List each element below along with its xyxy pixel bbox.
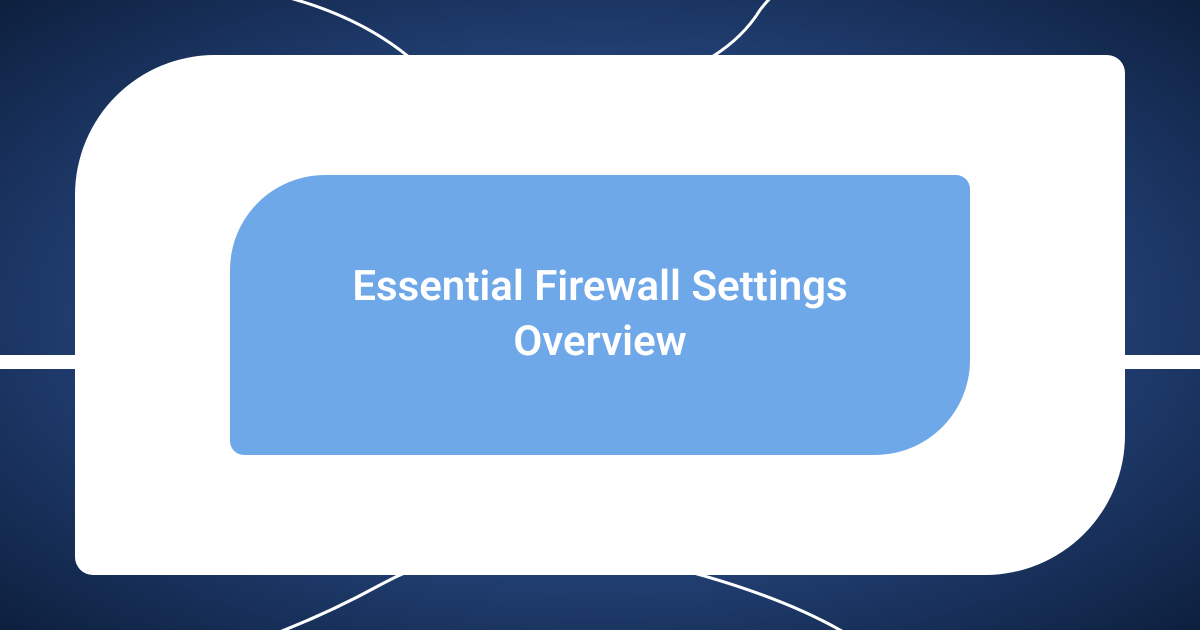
inner-card: Essential Firewall Settings Overview [230, 175, 970, 455]
page-title: Essential Firewall Settings Overview [310, 260, 890, 369]
